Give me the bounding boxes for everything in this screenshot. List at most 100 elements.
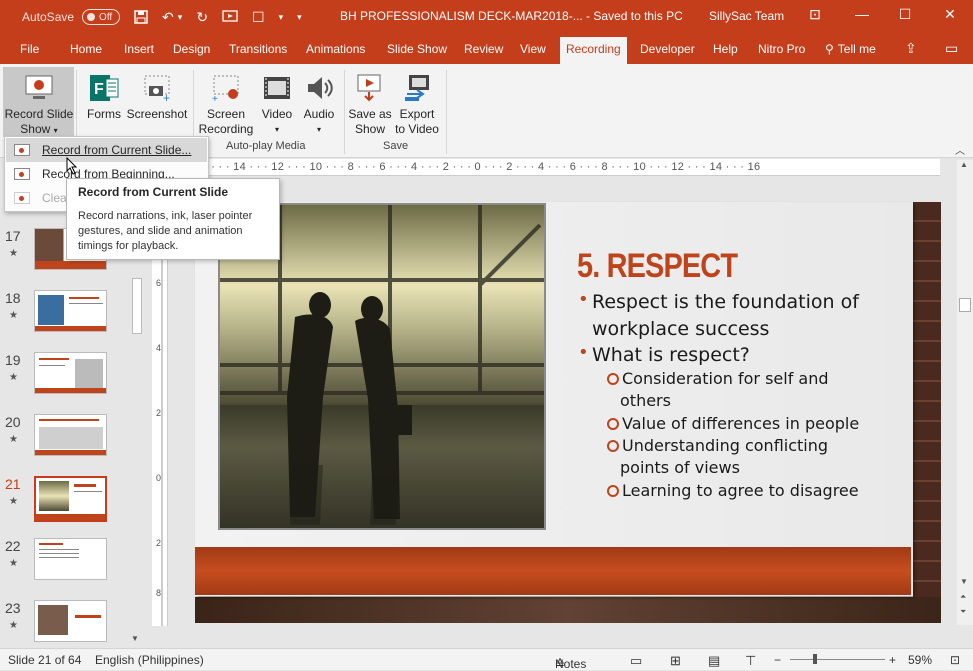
tell-me-search[interactable]: ⚲ Tell me (825, 42, 876, 56)
tooltip-body: Record narrations, ink, laser pointer ge… (78, 210, 253, 252)
status-bar: Slide 21 of 64 English (Philippines) ≙ N… (0, 648, 973, 671)
slide-sorter-icon[interactable]: ⊞ (670, 653, 681, 669)
undo-dropdown-icon[interactable]: ▾ (178, 12, 183, 23)
previous-slide-icon[interactable]: ⏶ (960, 592, 966, 602)
user-name[interactable]: SillySac Team (709, 9, 784, 23)
record-icon (14, 144, 30, 156)
slide-background-brick (913, 202, 941, 622)
tooltip: Record from Current Slide Record narrati… (66, 178, 280, 260)
thumbnail-slide-22[interactable]: 22 ★ (0, 538, 130, 598)
bullet-level2: Understanding conflicting (607, 435, 828, 457)
menu-record-from-current-slide[interactable]: Record from Current Slide... (6, 138, 207, 162)
more-commands-icon[interactable]: ▾ (297, 12, 302, 23)
record-slide-show-button[interactable]: Record Slide Show ▾ (4, 72, 74, 138)
audio-button[interactable]: Audio ▾ (300, 72, 338, 137)
autosave-label: AutoSave (22, 10, 75, 24)
tab-nitro-pro[interactable]: Nitro Pro (758, 42, 805, 56)
zoom-in-icon[interactable]: + (889, 653, 896, 667)
forms-button[interactable]: F Forms (82, 72, 126, 122)
animation-star-icon: ★ (9, 372, 18, 383)
film-icon (261, 72, 293, 104)
bullet-level2-continuation: others (620, 391, 671, 410)
export-to-video-icon (401, 72, 433, 104)
autosave-toggle[interactable]: Off (82, 9, 121, 25)
redo-icon[interactable]: ↻ (196, 9, 208, 26)
thumbnail-slide-20[interactable]: 20 ★ (0, 414, 130, 474)
tab-slide-show[interactable]: Slide Show (387, 42, 447, 56)
thumbnail-slide-21[interactable]: 21 ★ (0, 476, 130, 536)
slide-title[interactable]: 5. RESPECT (577, 247, 738, 286)
circle-bullet-icon (607, 418, 619, 430)
svg-text:4: 4 (156, 343, 161, 353)
screenshot-button[interactable]: + Screenshot (126, 72, 188, 122)
export-to-video-button[interactable]: Export to Video (392, 72, 442, 137)
screen-recording-icon: + (210, 72, 242, 104)
tab-animations[interactable]: Animations (306, 42, 365, 56)
slide-bottom-strip (195, 597, 941, 623)
tab-view[interactable]: View (520, 42, 546, 56)
slide-counter: Slide 21 of 64 (8, 653, 82, 667)
record-slide-show-icon (23, 72, 55, 104)
zoom-slider[interactable] (790, 659, 885, 660)
next-slide-icon[interactable]: ⏷ (960, 607, 966, 617)
slide-show-icon[interactable]: ⊤ (745, 653, 756, 669)
screenshot-icon: + (141, 72, 173, 104)
bullet-level1-continuation: workplace success (592, 318, 770, 340)
maximize-icon[interactable]: ☐ (895, 6, 915, 23)
tab-transitions[interactable]: Transitions (229, 42, 287, 56)
collapse-ribbon-icon[interactable]: ︿ (955, 142, 965, 157)
slide-footer-bar (195, 547, 911, 595)
video-button[interactable]: Video ▾ (258, 72, 296, 137)
save-as-show-icon (354, 72, 386, 104)
comments-icon[interactable]: ▭ (945, 40, 958, 57)
tab-design[interactable]: Design (173, 42, 210, 56)
zoom-slider-thumb[interactable] (813, 654, 817, 664)
touch-mode-icon[interactable]: ☐ (252, 9, 265, 26)
scroll-up-icon[interactable]: ▲ (960, 160, 968, 169)
tab-developer[interactable]: Developer (640, 42, 695, 56)
language-indicator[interactable]: English (Philippines) (95, 653, 204, 667)
bullet-level1: Respect is the foundation of (578, 286, 859, 316)
horizontal-ruler: 16 · · · 14 · · · 12 · · · 10 · · · 8 · … (195, 159, 940, 176)
tab-file[interactable]: File (20, 42, 39, 56)
forms-icon: F (88, 72, 120, 104)
minimize-icon[interactable]: — (852, 6, 872, 22)
save-icon[interactable] (134, 10, 148, 24)
customize-toolbar-icon[interactable]: ▾ (279, 12, 284, 23)
record-icon (14, 168, 30, 180)
screen-recording-button[interactable]: + Screen Recording (196, 72, 256, 137)
from-beginning-icon[interactable] (222, 10, 238, 24)
animation-star-icon: ★ (9, 310, 18, 321)
thumbnail-slide-18[interactable]: 18 ★ (0, 290, 130, 350)
tab-review[interactable]: Review (464, 42, 503, 56)
tab-insert[interactable]: Insert (124, 42, 154, 56)
tab-recording[interactable]: Recording (560, 37, 627, 64)
reading-view-icon[interactable]: ▤ (708, 653, 720, 669)
scroll-down-icon[interactable]: ▼ (131, 634, 139, 643)
save-as-show-button[interactable]: Save as Show (348, 72, 392, 137)
undo-icon[interactable]: ↶ (162, 9, 174, 26)
thumbnail-slide-19[interactable]: 19 ★ (0, 352, 130, 412)
group-label-auto-play-media: Auto-play Media (226, 140, 306, 152)
svg-text:+: + (163, 91, 170, 104)
normal-view-icon[interactable]: ▭ (630, 653, 642, 669)
close-icon[interactable]: ✕ (940, 6, 960, 23)
tab-home[interactable]: Home (70, 42, 102, 56)
ribbon-display-icon[interactable]: ⊡ (805, 6, 825, 23)
zoom-out-icon[interactable]: − (774, 653, 781, 667)
scroll-down-icon[interactable]: ▼ (960, 577, 968, 586)
circle-bullet-icon (607, 485, 619, 497)
animation-star-icon: ★ (9, 434, 18, 445)
zoom-level[interactable]: 59% (908, 653, 932, 667)
fit-to-window-icon[interactable]: ⊡ (950, 653, 960, 667)
tooltip-title: Record from Current Slide (78, 185, 229, 199)
svg-text:8: 8 (156, 588, 161, 598)
slide-scrollbar[interactable]: ▲ ▼ ⏶ ⏷ (957, 160, 973, 625)
mouse-cursor-icon (66, 157, 78, 175)
share-icon[interactable]: ⇪ (905, 40, 917, 57)
svg-text:6: 6 (156, 278, 161, 288)
circle-bullet-icon (607, 373, 619, 385)
document-title: BH PROFESSIONALISM DECK-MAR2018-... - Sa… (340, 9, 683, 23)
tab-help[interactable]: Help (713, 42, 738, 56)
bullet-level1: What is respect? (578, 339, 750, 369)
